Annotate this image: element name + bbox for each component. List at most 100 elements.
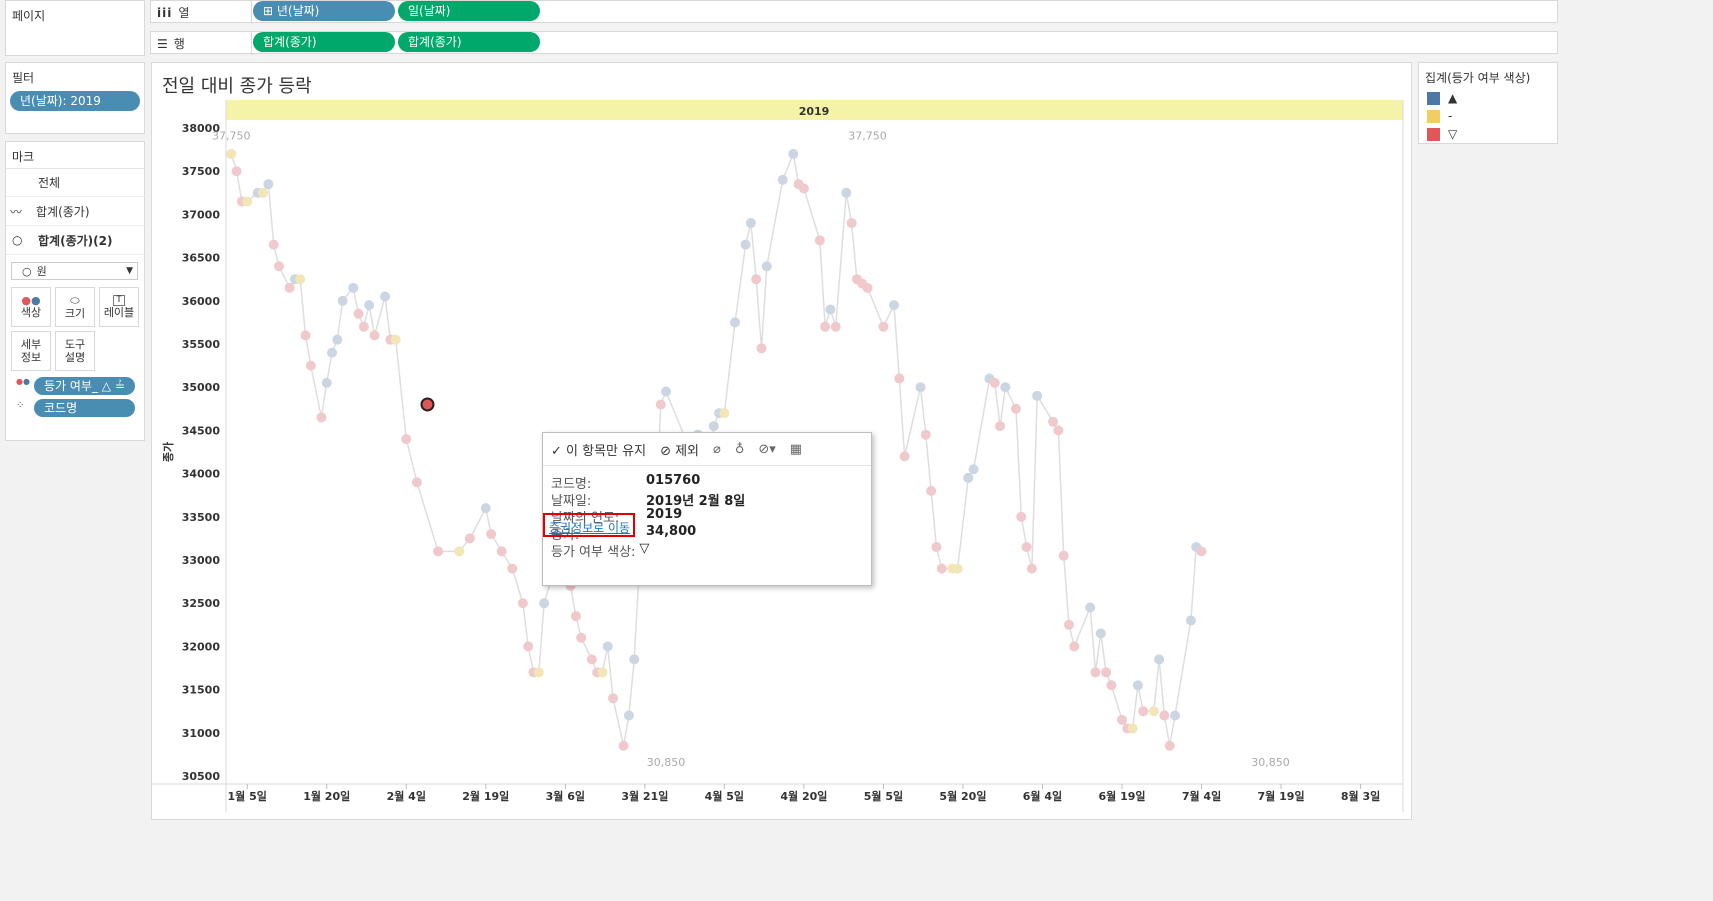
- data-point[interactable]: [952, 563, 963, 574]
- data-point[interactable]: [740, 239, 751, 250]
- data-point[interactable]: [1095, 628, 1106, 639]
- data-point[interactable]: [920, 429, 931, 440]
- data-point[interactable]: [242, 196, 253, 207]
- data-point[interactable]: [995, 421, 1006, 432]
- data-point[interactable]: [480, 503, 491, 514]
- data-point[interactable]: [1053, 425, 1064, 436]
- data-point[interactable]: [316, 412, 327, 423]
- data-point[interactable]: [305, 360, 316, 371]
- data-point[interactable]: [963, 472, 974, 483]
- exclude-button[interactable]: ⊘ 제외: [660, 440, 699, 459]
- data-point[interactable]: [623, 710, 634, 721]
- data-point[interactable]: [268, 239, 279, 250]
- selected-data-point[interactable]: [420, 397, 435, 412]
- data-point[interactable]: [719, 408, 730, 419]
- data-point[interactable]: [618, 740, 629, 751]
- data-point[interactable]: [300, 330, 311, 341]
- data-point[interactable]: [798, 183, 809, 194]
- keep-only-button[interactable]: ✓ 이 항목만 유지: [551, 440, 646, 459]
- data-point[interactable]: [820, 321, 831, 332]
- data-point[interactable]: [915, 382, 926, 393]
- data-point[interactable]: [295, 274, 306, 285]
- data-point[interactable]: [258, 187, 269, 198]
- data-point[interactable]: [655, 399, 666, 410]
- data-point[interactable]: [862, 282, 873, 293]
- group-icon[interactable]: ⊘▾: [758, 442, 775, 457]
- data-point[interactable]: [761, 261, 772, 272]
- data-point[interactable]: [1085, 602, 1096, 613]
- data-point[interactable]: [1138, 706, 1149, 717]
- data-point[interactable]: [411, 477, 422, 488]
- data-point[interactable]: [348, 282, 359, 293]
- data-point[interactable]: [1196, 546, 1207, 557]
- paperclip-icon[interactable]: ⌀: [713, 442, 721, 457]
- data-point[interactable]: [358, 321, 369, 332]
- data-point[interactable]: [608, 693, 619, 704]
- data-point[interactable]: [1106, 680, 1117, 691]
- data-point[interactable]: [841, 187, 852, 198]
- data-point[interactable]: [602, 641, 613, 652]
- view-data-icon[interactable]: ▦: [790, 442, 802, 457]
- data-point[interactable]: [729, 317, 740, 328]
- data-point[interactable]: [936, 563, 947, 574]
- data-point[interactable]: [369, 330, 380, 341]
- data-point[interactable]: [1132, 680, 1143, 691]
- data-point[interactable]: [327, 347, 338, 358]
- data-point[interactable]: [830, 321, 841, 332]
- data-point[interactable]: [523, 641, 534, 652]
- data-point[interactable]: [745, 218, 756, 229]
- data-point[interactable]: [661, 386, 672, 397]
- data-point[interactable]: [539, 598, 550, 609]
- data-point[interactable]: [1069, 641, 1080, 652]
- data-point[interactable]: [751, 274, 762, 285]
- data-point[interactable]: [226, 148, 237, 159]
- data-point[interactable]: [507, 563, 518, 574]
- data-point[interactable]: [708, 421, 719, 432]
- data-point[interactable]: [889, 300, 900, 311]
- data-point[interactable]: [1032, 390, 1043, 401]
- data-point[interactable]: [586, 654, 597, 665]
- data-point[interactable]: [1164, 740, 1175, 751]
- data-point[interactable]: [1148, 706, 1159, 717]
- data-point[interactable]: [1090, 667, 1101, 678]
- data-point[interactable]: [825, 304, 836, 315]
- data-point[interactable]: [380, 291, 391, 302]
- data-point[interactable]: [814, 235, 825, 246]
- data-point[interactable]: [1154, 654, 1165, 665]
- data-point[interactable]: [1159, 710, 1170, 721]
- data-point[interactable]: [878, 321, 889, 332]
- data-point[interactable]: [390, 334, 401, 345]
- data-point[interactable]: [1048, 416, 1059, 427]
- stock-info-link[interactable]: 증권정보로 이동: [549, 519, 630, 536]
- data-point[interactable]: [756, 343, 767, 354]
- data-point[interactable]: [1016, 511, 1027, 522]
- data-point[interactable]: [284, 282, 295, 293]
- data-point[interactable]: [1000, 382, 1011, 393]
- data-point[interactable]: [1117, 714, 1128, 725]
- data-point[interactable]: [464, 533, 475, 544]
- data-point[interactable]: [263, 179, 274, 190]
- data-point[interactable]: [899, 451, 910, 462]
- data-point[interactable]: [401, 434, 412, 445]
- lightbulb-icon[interactable]: ♁: [735, 442, 745, 457]
- data-point[interactable]: [1127, 723, 1138, 734]
- data-point[interactable]: [777, 174, 788, 185]
- data-point[interactable]: [353, 308, 364, 319]
- data-point[interactable]: [788, 148, 799, 159]
- data-point[interactable]: [931, 542, 942, 553]
- data-point[interactable]: [576, 632, 587, 643]
- data-point[interactable]: [486, 529, 497, 540]
- data-point[interactable]: [496, 546, 507, 557]
- data-point[interactable]: [1058, 550, 1069, 561]
- data-point[interactable]: [337, 295, 348, 306]
- data-point[interactable]: [1026, 563, 1037, 574]
- data-point[interactable]: [533, 667, 544, 678]
- data-point[interactable]: [231, 166, 242, 177]
- data-point[interactable]: [1010, 403, 1021, 414]
- data-point[interactable]: [274, 261, 285, 272]
- data-point[interactable]: [321, 377, 332, 388]
- data-point[interactable]: [989, 377, 1000, 388]
- data-point[interactable]: [570, 611, 581, 622]
- data-point[interactable]: [454, 546, 465, 557]
- data-point[interactable]: [517, 598, 528, 609]
